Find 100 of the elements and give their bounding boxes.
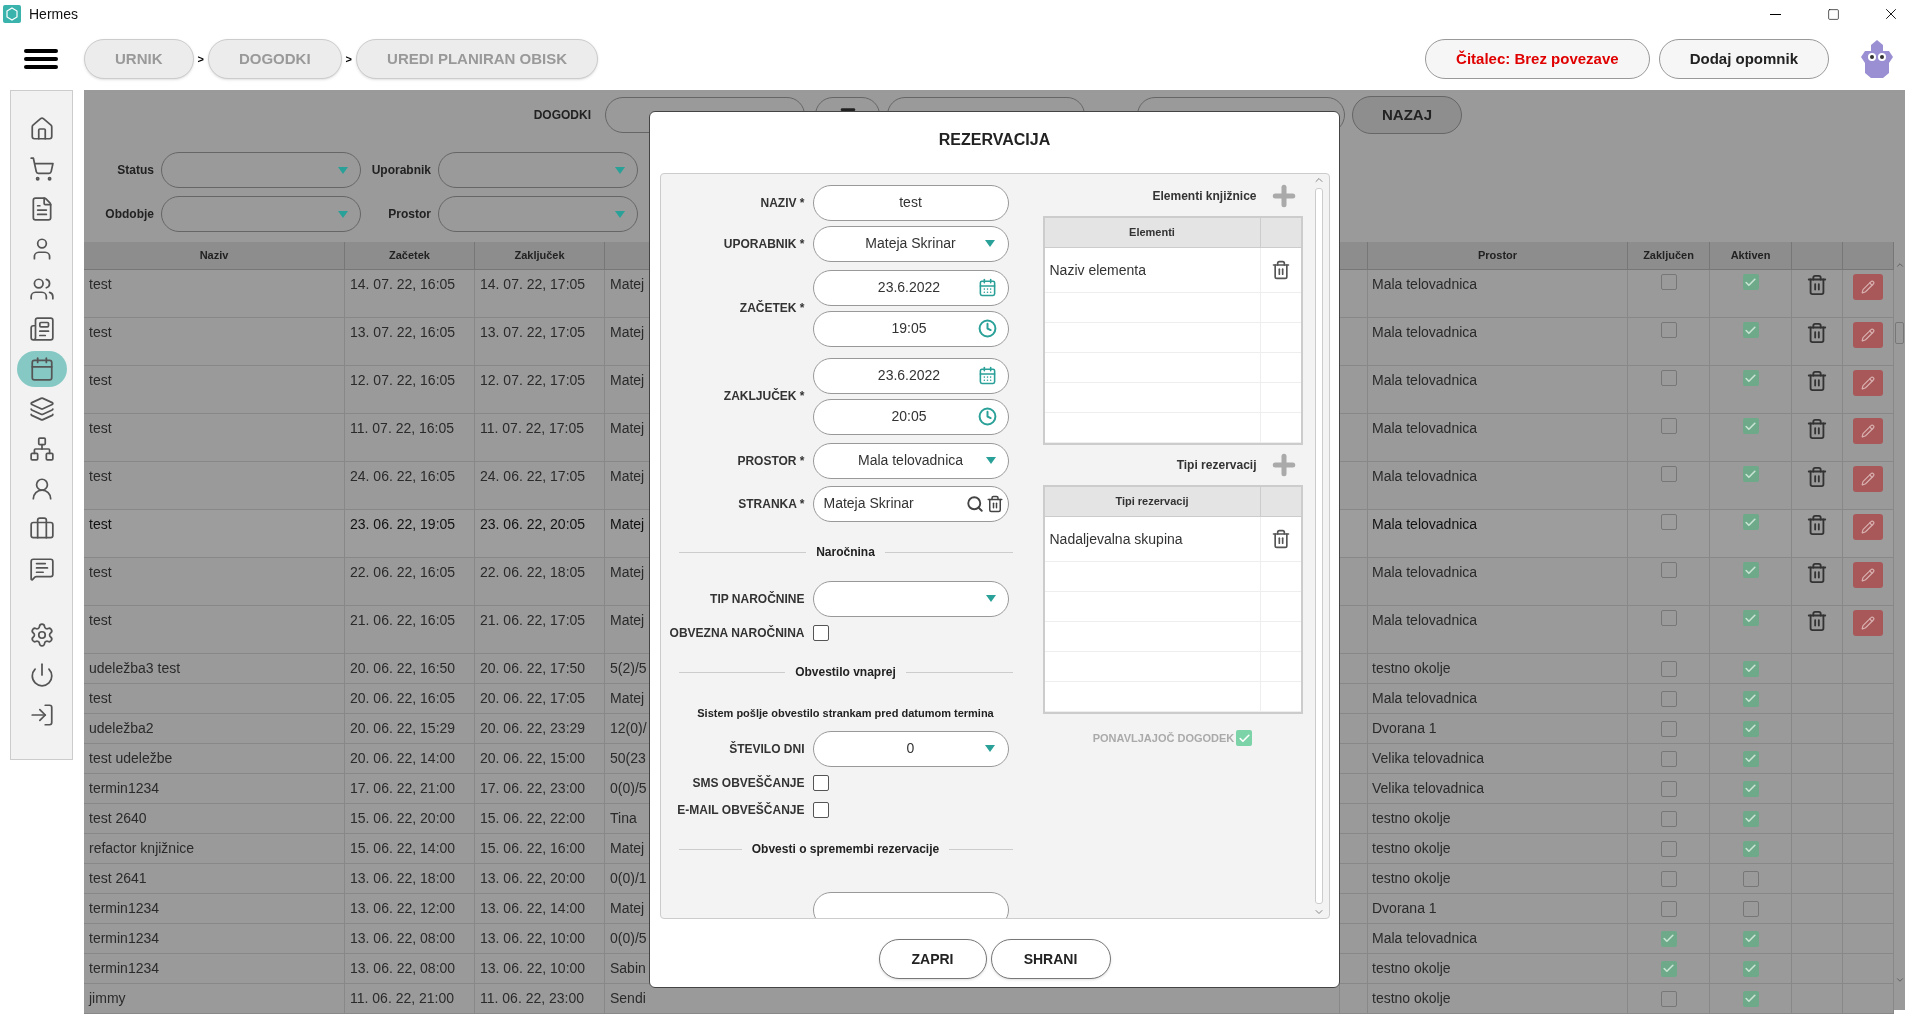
delete-icon[interactable] <box>1806 322 1828 344</box>
edit-button[interactable] <box>1853 274 1883 300</box>
date-field[interactable]: 23.6.2022 <box>812 357 1009 394</box>
search-icon[interactable] <box>965 494 984 513</box>
checkbox[interactable] <box>1742 780 1759 797</box>
table-scrollbar[interactable] <box>1894 260 1905 985</box>
table-cell: 20. 06. 22, 16:05 <box>345 684 475 713</box>
search-field[interactable]: Mateja Skrinar <box>812 485 1009 522</box>
checkbox[interactable] <box>1742 466 1759 482</box>
checkbox[interactable] <box>1742 418 1759 434</box>
checkbox[interactable] <box>1660 930 1677 947</box>
checkbox[interactable] <box>1742 900 1759 917</box>
checkbox[interactable] <box>812 624 829 641</box>
checkbox[interactable] <box>1660 660 1677 677</box>
checkbox[interactable] <box>1660 274 1677 290</box>
text-field[interactable] <box>812 892 1009 918</box>
checkbox[interactable] <box>1660 370 1677 386</box>
checkbox[interactable] <box>1742 562 1759 578</box>
checkbox[interactable] <box>1660 840 1677 857</box>
checkbox[interactable] <box>1742 960 1759 977</box>
calendar-icon[interactable] <box>978 278 998 297</box>
checkbox[interactable] <box>1742 690 1759 707</box>
trash-icon[interactable] <box>1270 260 1291 280</box>
layers-icon <box>28 396 55 422</box>
list-item[interactable]: Nadaljevalna skupina <box>1044 517 1261 561</box>
delete-icon[interactable] <box>1806 418 1828 440</box>
delete-icon[interactable] <box>1806 610 1828 632</box>
time-field[interactable]: 19:05 <box>812 310 1009 347</box>
checkbox[interactable] <box>1660 720 1677 737</box>
checkbox[interactable] <box>1660 750 1677 767</box>
checkbox[interactable] <box>1742 870 1759 887</box>
select-field[interactable]: 0 <box>812 730 1009 767</box>
scroll-thumb[interactable] <box>1895 321 1904 344</box>
checkbox[interactable] <box>1660 870 1677 887</box>
checkbox[interactable] <box>1742 840 1759 857</box>
checkbox[interactable] <box>1742 514 1759 530</box>
edit-button[interactable] <box>1853 610 1883 636</box>
checkbox[interactable] <box>1660 610 1677 626</box>
field-label: TIP NAROČNINE <box>709 590 806 608</box>
checkbox[interactable] <box>1660 990 1677 1007</box>
clock-icon[interactable] <box>978 407 998 426</box>
checkbox[interactable] <box>812 774 829 791</box>
select-field[interactable]: Mala telovadnica <box>812 442 1009 479</box>
edit-button[interactable] <box>1853 322 1883 348</box>
checkbox[interactable] <box>1660 562 1677 578</box>
select-field[interactable] <box>812 580 1009 617</box>
scroll-up-icon[interactable] <box>1894 260 1905 270</box>
time-field[interactable]: 20:05 <box>812 398 1009 435</box>
checkbox[interactable] <box>1660 514 1677 530</box>
delete-icon[interactable] <box>1806 370 1828 392</box>
table-cell: 14. 07. 22, 17:05 <box>475 270 605 317</box>
table-row[interactable]: jimmy 11. 06. 22, 21:00 11. 06. 22, 23:00 Sendi testno okolje <box>84 984 1894 1014</box>
checkbox[interactable] <box>812 801 829 818</box>
checkbox[interactable] <box>1660 322 1677 338</box>
list-item[interactable]: Naziv elementa <box>1044 248 1261 292</box>
checkbox[interactable] <box>1742 274 1759 290</box>
menu-button[interactable] <box>24 46 58 72</box>
edit-button[interactable] <box>1853 514 1883 540</box>
checkbox[interactable] <box>1742 810 1759 827</box>
checkbox[interactable] <box>1742 322 1759 338</box>
checkbox[interactable] <box>1660 466 1677 482</box>
delete-icon[interactable] <box>1806 466 1828 488</box>
checkbox[interactable] <box>1742 370 1759 386</box>
checkbox[interactable] <box>1660 690 1677 707</box>
scroll-down-icon[interactable] <box>1894 975 1905 985</box>
checkbox[interactable] <box>1660 780 1677 797</box>
edit-button[interactable] <box>1853 466 1883 492</box>
filter-label: Uporabnik <box>370 162 431 179</box>
text-field[interactable]: test <box>812 184 1009 221</box>
date-field[interactable]: 23.6.2022 <box>812 269 1009 306</box>
delete-icon[interactable] <box>1806 274 1828 296</box>
checkbox[interactable] <box>1742 990 1759 1007</box>
edit-button[interactable] <box>1853 418 1883 444</box>
header-button[interactable]: Čitalec: Brez povezave <box>1425 39 1650 79</box>
calendar-icon[interactable] <box>978 366 998 385</box>
checkbox[interactable] <box>1742 610 1759 626</box>
sidebar-item[interactable] <box>16 351 67 387</box>
back-button[interactable]: NAZAJ <box>1352 96 1462 134</box>
checkbox[interactable] <box>1742 930 1759 947</box>
repeating-checkbox[interactable] <box>1236 730 1253 747</box>
checkbox[interactable] <box>1660 960 1677 977</box>
checkbox[interactable] <box>1742 750 1759 767</box>
checkbox[interactable] <box>1742 720 1759 737</box>
dialog-button[interactable]: SHRANI <box>990 939 1111 979</box>
trash-icon[interactable] <box>985 494 1004 513</box>
edit-button[interactable] <box>1853 370 1883 396</box>
select-field[interactable]: Mateja Skrinar <box>812 225 1009 262</box>
dropdown-caret-icon <box>338 166 348 174</box>
checkbox[interactable] <box>1660 900 1677 917</box>
checkbox[interactable] <box>1742 660 1759 677</box>
header-button[interactable]: Dodaj opomnik <box>1658 39 1829 79</box>
edit-button[interactable] <box>1853 562 1883 588</box>
delete-icon[interactable] <box>1806 514 1828 536</box>
dialog-button[interactable]: ZAPRI <box>878 939 987 979</box>
checkbox[interactable] <box>1660 810 1677 827</box>
checkbox[interactable] <box>1660 418 1677 434</box>
delete-icon[interactable] <box>1806 562 1828 584</box>
table-cell: Mala telovadnica <box>1368 558 1628 605</box>
trash-icon[interactable] <box>1270 529 1291 549</box>
clock-icon[interactable] <box>978 319 998 338</box>
